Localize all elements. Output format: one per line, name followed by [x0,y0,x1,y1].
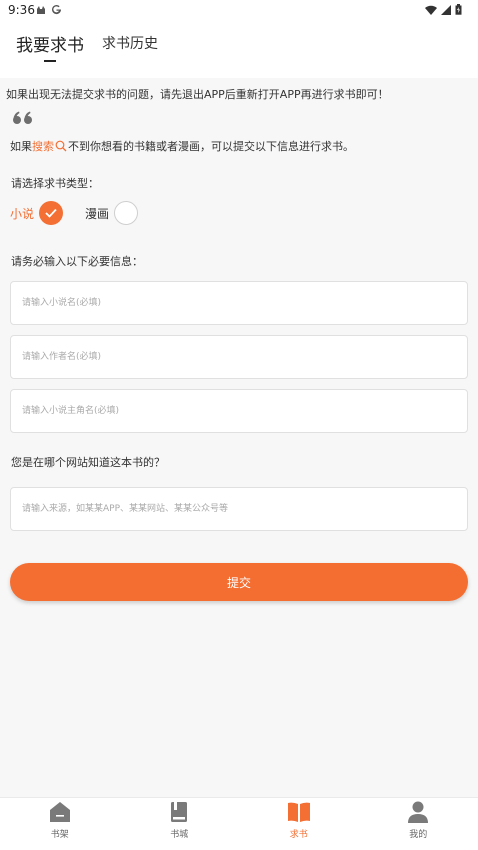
person-icon [408,801,429,823]
nav-item-bookstore[interactable]: 书城 [120,798,240,850]
wifi-icon [425,5,437,15]
nav-item-request[interactable]: 求书 [239,798,359,850]
check-icon[interactable] [39,201,64,225]
hint-prefix: 如果 [10,140,32,153]
signal-icon [441,4,451,15]
google-g-icon [52,5,62,15]
status-bar: 9:36 [0,0,478,22]
active-tab-indicator [44,60,56,62]
source-field[interactable] [10,487,468,531]
type-option-novel-label: 小说 [10,206,35,221]
nav-label-bookshelf: 书架 [50,830,69,840]
search-hint: 如果 搜索 不到你想看的书籍或者漫画，可以提交以下信息进行求书。 [10,138,354,154]
book-icon [171,802,188,822]
protagonist-name-input[interactable] [11,390,467,432]
type-select-group: 小说 漫画 [10,201,139,225]
nav-label-mine: 我的 [409,830,428,840]
tab-request-book[interactable]: 我要求书 [16,31,84,56]
search-icon[interactable] [55,140,67,152]
nav-item-bookshelf[interactable]: 书架 [0,798,120,850]
radio-unchecked-icon[interactable] [114,201,139,225]
android-notification-icon [37,5,45,14]
open-book-icon [287,802,310,822]
bottom-nav: 书架 书城 求书 我的 [0,797,478,850]
nav-item-mine[interactable]: 我的 [359,798,478,850]
header-tabs: 我要求书 求书历史 [0,22,478,78]
author-name-field[interactable] [10,335,468,379]
author-name-input[interactable] [11,336,467,378]
house-icon [49,802,70,822]
battery-icon [455,4,462,15]
source-input[interactable] [11,488,467,530]
type-option-novel[interactable]: 小说 [10,201,64,225]
required-info-label: 请务必输入以下必要信息： [11,255,143,268]
nav-label-request: 求书 [289,830,308,840]
type-option-comic-label: 漫画 [85,206,110,221]
hint-search-link[interactable]: 搜索 [32,138,54,154]
notice-text: 如果出现无法提交求书的问题，请先退出APP后重新打开APP再进行求书即可！ [6,88,389,101]
source-label: 您是在哪个网站知道这本书的？ [11,456,165,469]
protagonist-name-field[interactable] [10,389,468,433]
type-option-comic[interactable]: 漫画 [85,201,139,225]
novel-name-input[interactable] [11,282,467,324]
hint-suffix: 不到你想看的书籍或者漫画，可以提交以下信息进行求书。 [68,140,354,153]
submit-button[interactable]: 提交 [10,563,468,601]
nav-label-bookstore: 书城 [170,830,189,840]
novel-name-field[interactable] [10,281,468,325]
type-select-label: 请选择求书类型： [11,177,99,190]
status-time: 9:36 [8,3,35,17]
quote-icon [12,110,34,129]
tab-request-history[interactable]: 求书历史 [102,33,158,53]
